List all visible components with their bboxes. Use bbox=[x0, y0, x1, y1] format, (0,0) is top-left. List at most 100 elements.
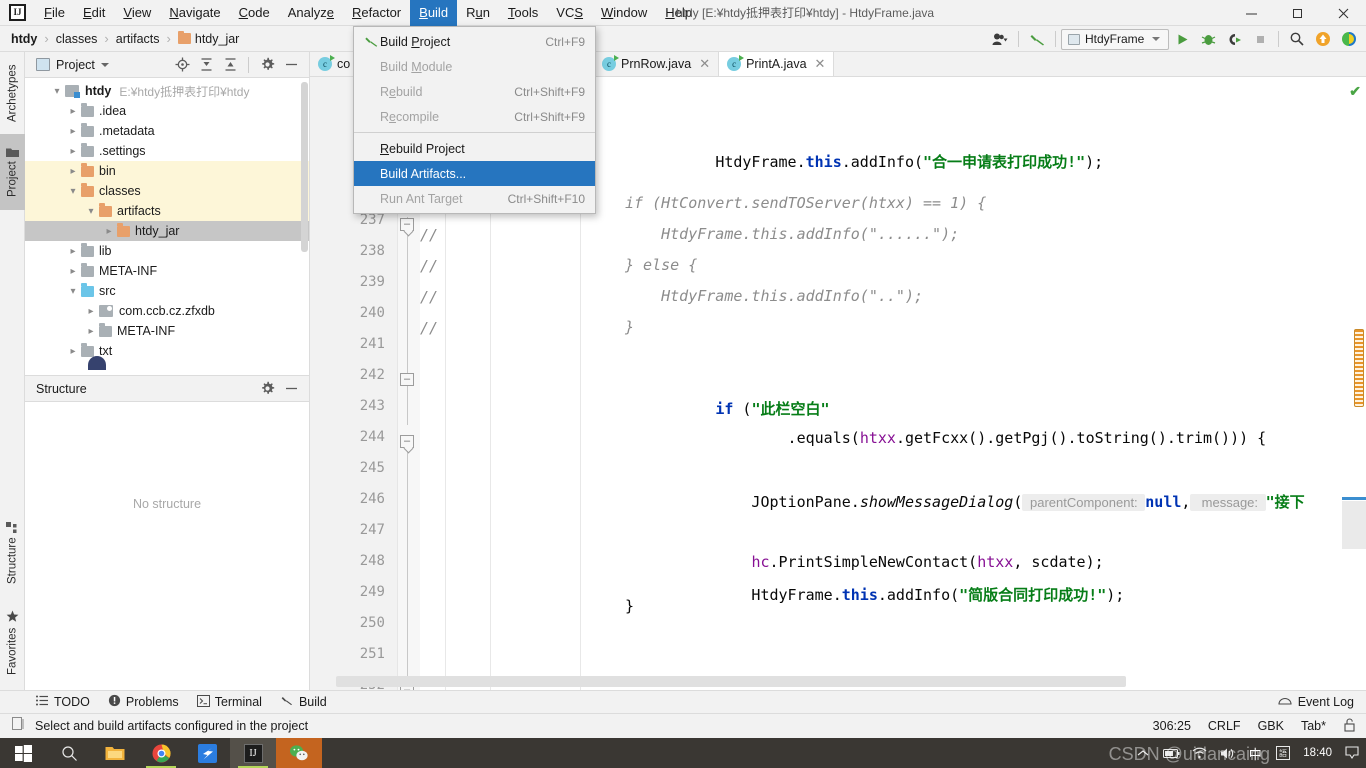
run-with-coverage-icon[interactable] bbox=[1221, 27, 1247, 51]
maximize-icon[interactable] bbox=[1274, 0, 1320, 26]
minimize-panel-icon[interactable] bbox=[280, 378, 302, 400]
menu-vcs[interactable]: VCS bbox=[547, 0, 592, 26]
tree-node-htdy[interactable]: ▾ htdy E:¥htdy抵押表打印¥htdy bbox=[25, 81, 309, 101]
code-line-236[interactable]: HtdyFrame.this.addInfo("合一申请表打印成功!"); bbox=[625, 133, 1103, 190]
tree-node-src-meta-inf[interactable]: ▸ META-INF bbox=[25, 321, 309, 341]
file-encoding[interactable]: GBK bbox=[1258, 719, 1284, 733]
theme-toggle-icon[interactable] bbox=[1336, 27, 1362, 51]
menu-view[interactable]: View bbox=[114, 0, 160, 26]
code-line-239[interactable]: HtdyFrame.this.addInfo("......"); bbox=[625, 225, 959, 243]
close-icon[interactable]: ✕ bbox=[815, 56, 826, 72]
chevron-right-icon[interactable]: ▸ bbox=[101, 226, 117, 237]
minimize-panel-icon[interactable] bbox=[280, 54, 302, 76]
tree-node-metadata[interactable]: ▸ .metadata bbox=[25, 121, 309, 141]
fold-collapse-icon[interactable]: – bbox=[400, 435, 414, 448]
chevron-down-icon[interactable]: ▾ bbox=[49, 86, 65, 97]
start-icon[interactable] bbox=[0, 738, 46, 768]
intellij-icon[interactable]: IJ bbox=[230, 738, 276, 768]
editor-horizontal-scrollbar[interactable] bbox=[336, 676, 1126, 687]
code-line-241[interactable]: HtdyFrame.this.addInfo(".."); bbox=[625, 287, 923, 305]
tree-node-classes[interactable]: ▾ classes bbox=[25, 181, 309, 201]
tree-node-htdy-jar[interactable]: ▸ htdy_jar bbox=[25, 221, 309, 241]
sidebar-item-structure[interactable]: Structure bbox=[0, 512, 25, 594]
tree-node-artifacts[interactable]: ▾ artifacts bbox=[25, 201, 309, 221]
update-icon[interactable] bbox=[1310, 27, 1336, 51]
chevron-down-icon[interactable]: ▾ bbox=[83, 206, 99, 217]
chevron-right-icon[interactable]: ▸ bbox=[65, 146, 81, 157]
wechat-icon[interactable] bbox=[276, 738, 322, 768]
menu-build[interactable]: Build bbox=[410, 0, 458, 26]
menu-navigate[interactable]: Navigate bbox=[160, 0, 229, 26]
chrome-icon[interactable] bbox=[138, 738, 184, 768]
code-line-245[interactable]: .equals(htxx.getFcxx().getPgj().toString… bbox=[625, 411, 1267, 465]
sidebar-item-archetypes[interactable]: Archetypes bbox=[0, 52, 25, 134]
wifi-icon[interactable] bbox=[1185, 738, 1213, 768]
tool-button-todo[interactable]: TODO bbox=[36, 695, 90, 710]
run-configuration-selector[interactable]: HtdyFrame bbox=[1061, 28, 1169, 50]
tool-button-terminal[interactable]: Terminal bbox=[196, 694, 262, 710]
debug-icon[interactable] bbox=[1195, 27, 1221, 51]
foxmail-icon[interactable] bbox=[184, 738, 230, 768]
search-icon[interactable] bbox=[1284, 27, 1310, 51]
chevron-right-icon[interactable]: ▸ bbox=[65, 106, 81, 117]
menu-item-rebuild-project[interactable]: Rebuild Project bbox=[354, 136, 595, 161]
caret-position[interactable]: 306:25 bbox=[1153, 719, 1191, 733]
breadcrumb-item-htdy-jar[interactable]: htdy_jar bbox=[177, 30, 239, 46]
lock-icon[interactable] bbox=[1343, 718, 1356, 735]
menu-tools[interactable]: Tools bbox=[499, 0, 547, 26]
chevron-right-icon[interactable]: ▸ bbox=[65, 266, 81, 277]
event-log-button[interactable]: Event Log bbox=[1278, 694, 1354, 710]
collapse-all-icon[interactable] bbox=[219, 54, 241, 76]
breadcrumb-item-classes[interactable]: classes bbox=[56, 32, 98, 46]
code-line-240[interactable]: } else { bbox=[625, 256, 697, 274]
notification-icon[interactable] bbox=[1338, 738, 1366, 768]
taskbar-clock[interactable]: 18:40 bbox=[1297, 747, 1338, 759]
editor-tab-prnrow[interactable]: c PrnRow.java ✕ bbox=[594, 52, 720, 76]
chevron-right-icon[interactable]: ▸ bbox=[65, 166, 81, 177]
chevron-right-icon[interactable]: ▸ bbox=[65, 126, 81, 137]
chevron-right-icon[interactable]: ▸ bbox=[65, 246, 81, 257]
fold-collapse-icon[interactable]: – bbox=[400, 218, 414, 231]
breadcrumb-item-htdy[interactable]: htdy bbox=[11, 32, 37, 46]
build-menu-popup[interactable]: Build Project Ctrl+F9 Build Module Rebui… bbox=[353, 26, 596, 214]
gear-icon[interactable] bbox=[256, 378, 278, 400]
menu-window[interactable]: Window bbox=[592, 0, 656, 26]
tree-node-package[interactable]: ▸ com.ccb.cz.zfxdb bbox=[25, 301, 309, 321]
sidebar-item-project[interactable]: Project bbox=[0, 134, 25, 210]
menu-item-build-project[interactable]: Build Project Ctrl+F9 bbox=[354, 29, 595, 54]
code-line-242[interactable]: } bbox=[625, 318, 634, 336]
ime-chinese-icon[interactable]: 中 bbox=[1241, 738, 1269, 768]
chevron-right-icon[interactable]: ▸ bbox=[65, 346, 81, 357]
locate-icon[interactable] bbox=[171, 54, 193, 76]
tree-node-txt[interactable]: ▸ txt bbox=[25, 341, 309, 361]
code-line-247[interactable]: JOptionPane.showMessageDialog( parentCom… bbox=[625, 473, 1305, 530]
menu-run[interactable]: Run bbox=[457, 0, 499, 26]
chevron-up-icon[interactable] bbox=[1129, 738, 1157, 768]
run-icon[interactable] bbox=[1169, 27, 1195, 51]
inspection-ok-icon[interactable]: ✔ bbox=[1349, 83, 1361, 100]
project-tree-scrollbar[interactable] bbox=[301, 82, 308, 252]
tree-node-bin[interactable]: ▸ bin bbox=[25, 161, 309, 181]
tool-button-problems[interactable]: Problems bbox=[108, 694, 179, 710]
stop-icon[interactable] bbox=[1247, 27, 1273, 51]
tree-node-src[interactable]: ▾ src bbox=[25, 281, 309, 301]
search-icon[interactable] bbox=[46, 738, 92, 768]
volume-icon[interactable] bbox=[1213, 738, 1241, 768]
tree-node-meta-inf[interactable]: ▸ META-INF bbox=[25, 261, 309, 281]
hammer-icon[interactable] bbox=[1024, 27, 1050, 51]
tool-button-build[interactable]: Build bbox=[280, 694, 327, 710]
chevron-down-icon[interactable]: ▾ bbox=[65, 286, 81, 297]
menu-item-build-artifacts[interactable]: Build Artifacts... bbox=[354, 161, 595, 186]
tree-node-lib[interactable]: ▸ lib bbox=[25, 241, 309, 261]
menu-analyze[interactable]: Analyze bbox=[279, 0, 343, 26]
line-separator[interactable]: CRLF bbox=[1208, 719, 1241, 733]
menu-code[interactable]: Code bbox=[230, 0, 279, 26]
fold-collapse-icon[interactable]: – bbox=[400, 373, 414, 386]
chevron-down-icon[interactable]: ▾ bbox=[65, 186, 81, 197]
editor-tab-printa[interactable]: c PrintA.java ✕ bbox=[719, 52, 835, 76]
editor-vertical-scrollbar[interactable] bbox=[1354, 329, 1364, 407]
code-line-238[interactable]: if (HtConvert.sendTOServer(htxx) == 1) { bbox=[625, 194, 986, 212]
minimize-icon[interactable] bbox=[1228, 0, 1274, 26]
code-line-251[interactable]: } bbox=[625, 597, 634, 615]
gear-icon[interactable] bbox=[256, 54, 278, 76]
